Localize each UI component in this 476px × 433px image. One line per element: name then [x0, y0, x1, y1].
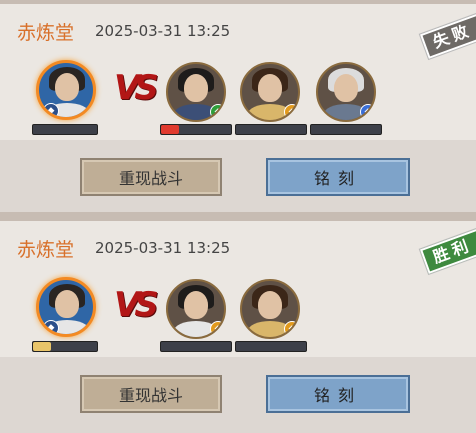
record-action-area: 重现战斗 铭刻: [0, 140, 476, 212]
record-header-area: 赤炼堂 2025-03-31 13:25 胜利 ◆ VS ◆ ◆: [0, 221, 476, 357]
class-badge-icon: ◆: [210, 104, 224, 120]
avatar-face: [184, 74, 208, 102]
opponent-avatar[interactable]: ◆: [166, 62, 226, 122]
avatar-face: [334, 74, 358, 102]
carve-button[interactable]: 铭刻: [266, 158, 410, 196]
battle-time: 2025-03-31 13:25: [95, 239, 231, 257]
opponent-hp-bar: [160, 341, 232, 352]
opponent-hp-bar: [160, 124, 232, 135]
battle-time: 2025-03-31 13:25: [95, 22, 231, 40]
opponent-avatar[interactable]: ◆: [240, 62, 300, 122]
class-badge-icon: ◆: [43, 320, 59, 334]
battle-record-card: 赤炼堂 2025-03-31 13:25 失败 ◆ VS ◆ ◆ ◆ 重现战斗 …: [0, 4, 476, 212]
opponent-guild-name: 赤炼堂: [17, 22, 75, 44]
player-avatar[interactable]: ◆: [36, 60, 96, 120]
class-badge-icon: ◆: [210, 321, 224, 337]
result-stamp-lose: 失败: [419, 7, 476, 59]
opponent-hp-bar: [310, 124, 382, 135]
hp-fill: [161, 125, 179, 134]
player-hp-bar: [32, 341, 98, 352]
vs-icon: VS: [114, 285, 159, 325]
record-header-area: 赤炼堂 2025-03-31 13:25 失败 ◆ VS ◆ ◆ ◆: [0, 4, 476, 140]
class-badge-icon: ◆: [284, 321, 298, 337]
battle-record-card: 赤炼堂 2025-03-31 13:25 胜利 ◆ VS ◆ ◆ 重现战斗 铭刻: [0, 221, 476, 433]
opponent-guild-name: 赤炼堂: [17, 239, 75, 261]
opponent-avatar[interactable]: ◆: [316, 62, 376, 122]
player-avatar[interactable]: ◆: [36, 277, 96, 337]
class-badge-icon: ◆: [360, 104, 374, 120]
avatar-face: [258, 291, 282, 319]
record-action-area: 重现战斗 铭刻: [0, 357, 476, 433]
replay-battle-button[interactable]: 重现战斗: [80, 158, 222, 196]
class-badge-icon: ◆: [43, 103, 59, 117]
vs-icon: VS: [114, 68, 159, 108]
opponent-hp-bar: [235, 124, 307, 135]
replay-battle-button[interactable]: 重现战斗: [80, 375, 222, 413]
avatar-face: [258, 74, 282, 102]
hp-fill: [33, 342, 51, 351]
result-stamp-win: 胜利: [419, 222, 476, 274]
avatar-face: [55, 290, 79, 318]
opponent-avatar[interactable]: ◆: [240, 279, 300, 339]
player-hp-bar: [32, 124, 98, 135]
class-badge-icon: ◆: [284, 104, 298, 120]
avatar-face: [55, 73, 79, 101]
opponent-avatar[interactable]: ◆: [166, 279, 226, 339]
avatar-face: [184, 291, 208, 319]
opponent-hp-bar: [235, 341, 307, 352]
carve-button[interactable]: 铭刻: [266, 375, 410, 413]
